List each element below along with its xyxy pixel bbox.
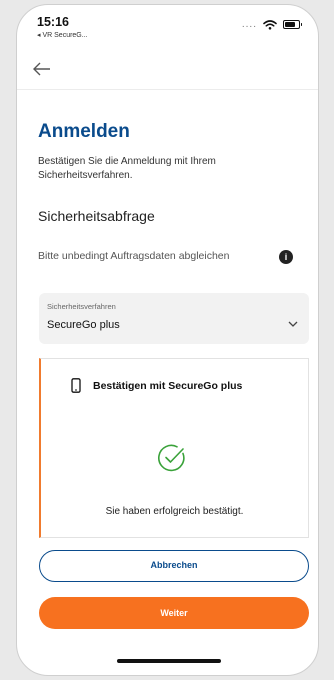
select-label: Sicherheitsverfahren: [47, 302, 116, 311]
page-title: Anmelden: [38, 121, 130, 142]
arrow-left-icon[interactable]: [32, 61, 52, 77]
continue-button[interactable]: Weiter: [39, 597, 309, 629]
cancel-button[interactable]: Abbrechen: [39, 550, 309, 582]
wifi-icon: [263, 19, 277, 30]
success-message: Sie haben erfolgreich bestätigt.: [105, 506, 244, 517]
confirmation-card: Bestätigen mit SecureGo plus Sie haben e…: [39, 358, 309, 538]
info-icon[interactable]: i: [279, 250, 293, 264]
check-circle-icon: [158, 444, 185, 472]
select-value: SecureGo plus: [47, 319, 120, 331]
back-to-app-link[interactable]: ◂ VR SecureG...: [37, 31, 88, 39]
battery-icon: [283, 20, 302, 29]
intro-text: Bestätigen Sie die Anmeldung mit Ihrem S…: [38, 156, 216, 181]
status-bar: 15:16 ◂ VR SecureG... ....: [17, 5, 318, 53]
section-title: Sicherheitsabfrage: [38, 208, 155, 224]
status-icons: ....: [241, 19, 302, 30]
chevron-down-icon: [288, 321, 298, 327]
header-divider: [17, 89, 318, 90]
home-indicator[interactable]: [117, 659, 221, 663]
smartphone-icon: [71, 378, 81, 393]
status-time: 15:16: [37, 15, 69, 29]
hint-text: Bitte unbedingt Auftragsdaten abgleichen: [38, 250, 230, 262]
security-method-select[interactable]: Sicherheitsverfahren SecureGo plus: [39, 293, 309, 344]
phone-frame: 15:16 ◂ VR SecureG... .... Anmelden Best…: [16, 4, 319, 676]
signal-dots: ....: [241, 19, 257, 30]
card-title: Bestätigen mit SecureGo plus: [93, 380, 243, 392]
